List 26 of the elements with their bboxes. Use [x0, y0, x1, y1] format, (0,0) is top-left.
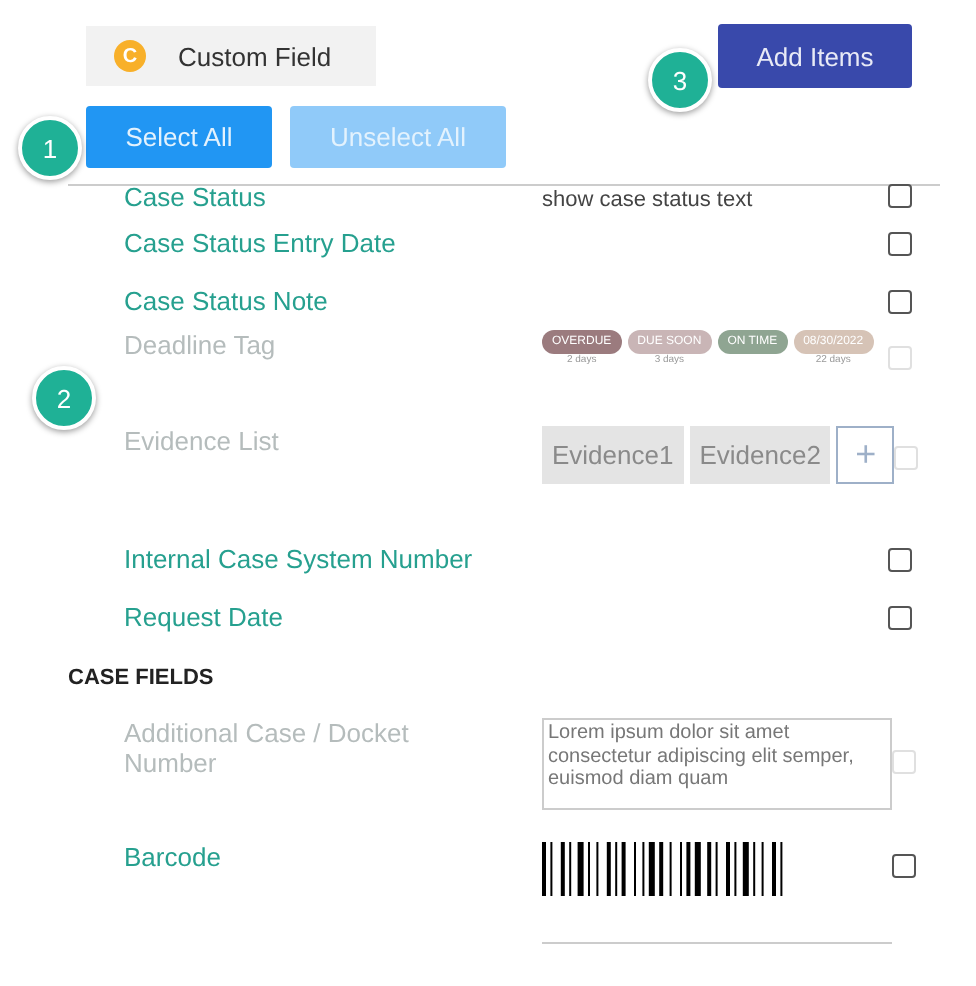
step-number-badge: 3: [648, 48, 712, 112]
checkbox[interactable]: [888, 605, 912, 629]
select-all-button[interactable]: Select All: [86, 106, 272, 168]
badge-icon: C: [114, 40, 146, 72]
step-number-badge: 1: [18, 116, 82, 180]
step-number-badge: 2: [32, 366, 96, 430]
field-label: Request Date: [124, 602, 285, 632]
field-label: Case Status Note: [124, 286, 330, 316]
evidence-chip: Evidence1: [542, 426, 684, 484]
checkbox[interactable]: [888, 547, 912, 571]
evidence-chip: Evidence2: [689, 426, 831, 484]
field-label: Additional Case / Docket Number: [124, 718, 411, 778]
field-label: Case Status: [124, 182, 268, 212]
section-heading: CASE FIELDS: [68, 664, 216, 694]
field-label: Deadline Tag: [124, 330, 278, 360]
checkbox[interactable]: [892, 854, 916, 878]
field-label: Evidence List: [124, 426, 281, 456]
custom-field-chip[interactable]: C Custom Field: [86, 26, 376, 86]
checkbox[interactable]: [888, 289, 912, 313]
checkbox[interactable]: [888, 231, 912, 255]
preview-text: show case status text: [542, 188, 753, 212]
add-items-button[interactable]: Add Items: [718, 24, 912, 88]
field-label: Internal Case System Number: [124, 544, 475, 574]
checkbox[interactable]: [888, 184, 912, 208]
field-label: Case Status Entry Date: [124, 228, 398, 258]
field-label: Barcode: [124, 842, 223, 872]
